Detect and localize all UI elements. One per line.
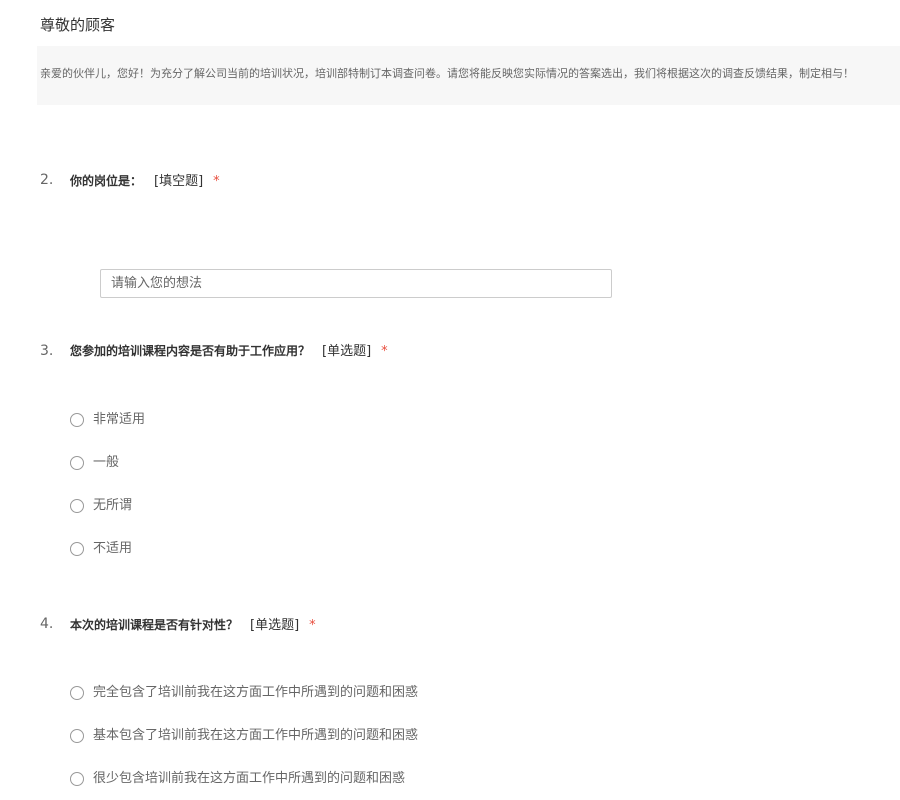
option-label: 不适用 [93, 541, 133, 556]
option-label: 非常适用 [93, 412, 146, 427]
question-3-number: 3. [40, 343, 54, 359]
question-4-number: 4. [40, 616, 54, 632]
question-2-type: [填空题] [154, 174, 204, 189]
option-label: 无所谓 [93, 498, 133, 513]
question-4-option-3[interactable]: 很少包含培训前我在这方面工作中所遇到的问题和困惑 [70, 770, 405, 788]
question-3-option-2[interactable]: 一般 [70, 454, 119, 472]
option-label: 很少包含培训前我在这方面工作中所遇到的问题和困惑 [93, 771, 406, 786]
radio-button-icon[interactable] [70, 686, 84, 700]
question-2-required-mark: * [213, 174, 220, 189]
question-3-option-3[interactable]: 无所谓 [70, 497, 132, 515]
radio-button-icon[interactable] [70, 499, 84, 513]
question-3-option-4[interactable]: 不适用 [70, 540, 132, 558]
question-4-title: 本次的培训课程是否有针对性？ [单选题] * [70, 616, 316, 635]
radio-button-icon[interactable] [70, 456, 84, 470]
question-3-title: 您参加的培训课程内容是否有助于工作应用？ [单选题] * [70, 342, 388, 361]
question-3-required-mark: * [381, 344, 388, 359]
question-2-title: 你的岗位是： [填空题] * [70, 172, 220, 191]
radio-button-icon[interactable] [70, 772, 84, 786]
question-3-text: 您参加的培训课程内容是否有助于工作应用？ [70, 344, 311, 358]
radio-button-icon[interactable] [70, 413, 84, 427]
survey-intro-text: 亲爱的伙伴儿，您好！为充分了解公司当前的培训状况，培训部特制订本调查问卷。请您将… [40, 67, 854, 80]
question-2-number: 2. [40, 172, 54, 188]
survey-intro-panel: 亲爱的伙伴儿，您好！为充分了解公司当前的培训状况，培训部特制订本调查问卷。请您将… [37, 46, 900, 105]
position-answer-input[interactable] [100, 269, 612, 298]
radio-button-icon[interactable] [70, 729, 84, 743]
question-2-text: 你的岗位是： [70, 174, 143, 188]
question-3-option-1[interactable]: 非常适用 [70, 411, 145, 429]
survey-greeting: 尊敬的顾客 [40, 16, 116, 34]
question-4-option-2[interactable]: 基本包含了培训前我在这方面工作中所遇到的问题和困惑 [70, 727, 418, 745]
option-label: 完全包含了培训前我在这方面工作中所遇到的问题和困惑 [93, 685, 419, 700]
question-4-option-1[interactable]: 完全包含了培训前我在这方面工作中所遇到的问题和困惑 [70, 684, 418, 702]
question-4-type: [单选题] [250, 618, 300, 633]
option-label: 一般 [93, 455, 120, 470]
radio-button-icon[interactable] [70, 542, 84, 556]
question-4-text: 本次的培训课程是否有针对性？ [70, 618, 239, 632]
question-4-required-mark: * [309, 618, 316, 633]
question-3-type: [单选题] [322, 344, 372, 359]
option-label: 基本包含了培训前我在这方面工作中所遇到的问题和困惑 [93, 728, 419, 743]
